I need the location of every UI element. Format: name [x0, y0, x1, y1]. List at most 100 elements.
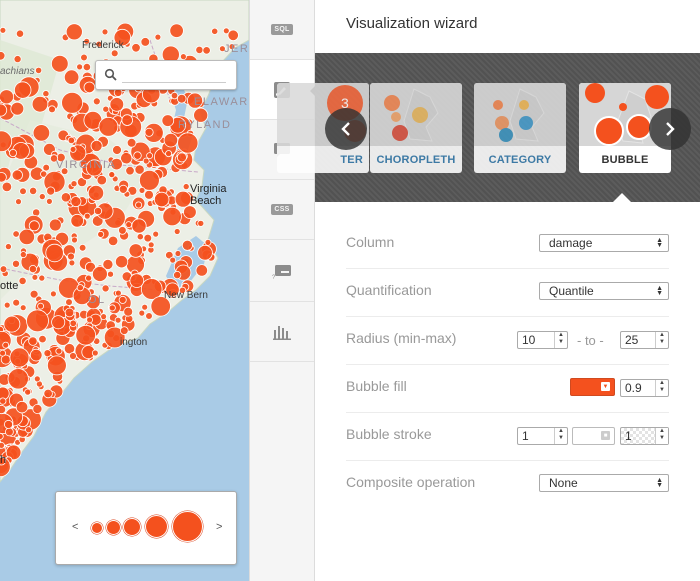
map-bubble[interactable]	[145, 312, 153, 320]
map-bubble[interactable]	[70, 180, 78, 188]
bubble-fill-color-picker[interactable]: ▼	[570, 378, 615, 396]
map-bubble[interactable]	[9, 347, 30, 368]
map-bubble[interactable]	[101, 28, 109, 36]
map-bubble[interactable]	[38, 334, 47, 344]
card-choropleth[interactable]: CHOROPLETH	[370, 83, 462, 173]
map-bubble[interactable]	[76, 63, 83, 71]
map-bubble[interactable]	[163, 132, 179, 148]
map-bubble[interactable]	[173, 228, 181, 235]
map-bubble[interactable]	[11, 169, 23, 181]
legend-tool-button[interactable]: ?	[250, 242, 314, 302]
map-bubble[interactable]	[71, 236, 78, 244]
map-bubble[interactable]	[47, 355, 67, 376]
spinner-arrows-icon[interactable]: ▲ ▼	[554, 428, 567, 444]
map-bubble[interactable]	[176, 152, 187, 163]
map-bubble[interactable]	[143, 233, 153, 243]
map-bubble[interactable]	[14, 81, 32, 99]
map-bubble[interactable]	[0, 432, 4, 440]
map-bubble[interactable]	[0, 26, 7, 34]
map-bubble[interactable]	[152, 230, 160, 238]
map-bubble[interactable]	[147, 241, 155, 249]
map-bubble[interactable]	[28, 264, 38, 274]
legend-next-button[interactable]: >	[216, 521, 222, 533]
map-bubble[interactable]	[13, 55, 22, 64]
spinner-arrows-icon[interactable]: ▲ ▼	[655, 380, 668, 396]
map-bubble[interactable]	[18, 276, 27, 285]
column-select[interactable]: damage ▲ ▼	[539, 234, 669, 252]
map-bubble[interactable]	[93, 206, 103, 216]
map-bubble[interactable]	[118, 184, 128, 194]
map-bubble[interactable]	[43, 349, 52, 358]
map-bubble[interactable]	[179, 53, 187, 60]
map-bubble[interactable]	[2, 341, 10, 349]
map-bubble[interactable]	[131, 218, 147, 234]
map-bubble[interactable]	[28, 220, 40, 232]
map-bubble[interactable]	[109, 97, 125, 112]
map-bubble[interactable]	[78, 244, 87, 252]
map-bubble[interactable]	[25, 426, 33, 434]
map-bubble[interactable]	[3, 301, 11, 309]
map-bubble[interactable]	[42, 163, 50, 172]
filters-tool-button[interactable]	[250, 302, 314, 362]
carousel-next-button[interactable]	[649, 108, 691, 150]
map-bubble[interactable]	[48, 218, 62, 232]
map-bubble[interactable]	[114, 316, 122, 324]
map-bubble[interactable]	[128, 243, 144, 258]
map-bubble[interactable]	[15, 400, 29, 414]
map-bubble[interactable]	[4, 419, 13, 429]
map-bubble[interactable]	[29, 348, 43, 362]
radius-min-input[interactable]: 10 ▲ ▼	[517, 331, 568, 349]
map-bubble[interactable]	[82, 62, 92, 72]
map-bubble[interactable]	[107, 270, 115, 278]
map-bubble[interactable]	[31, 273, 39, 281]
map-bubble[interactable]	[24, 388, 32, 396]
map-bubble[interactable]	[174, 250, 182, 257]
map-bubble[interactable]	[83, 81, 96, 94]
map-bubble[interactable]	[70, 196, 82, 208]
css-tool-button[interactable]: CSS	[250, 180, 314, 240]
map-bubble[interactable]	[65, 23, 83, 41]
map-bubble[interactable]	[33, 375, 41, 383]
map-bubble[interactable]	[46, 197, 53, 205]
map-bubble[interactable]	[141, 303, 149, 311]
map-bubble[interactable]	[107, 235, 119, 247]
map-bubble[interactable]	[165, 150, 173, 158]
map-bubble[interactable]	[222, 27, 230, 35]
map-bubble[interactable]	[45, 243, 64, 263]
map-bubble[interactable]	[26, 309, 49, 333]
map-bubble[interactable]	[38, 274, 46, 282]
map-bubble[interactable]	[7, 368, 29, 390]
map-bubble[interactable]	[38, 193, 46, 201]
map-bubble[interactable]	[75, 324, 96, 346]
map-bubble[interactable]	[85, 274, 93, 282]
map-bubble[interactable]	[135, 201, 143, 209]
map-search-input[interactable]	[122, 66, 226, 83]
map-bubble[interactable]	[197, 245, 213, 261]
map-bubble[interactable]	[121, 114, 133, 126]
map-bubble[interactable]	[0, 51, 6, 61]
map-bubble[interactable]	[87, 184, 105, 202]
map-bubble[interactable]	[115, 289, 122, 297]
map-bubble[interactable]	[183, 205, 197, 219]
map-bubble[interactable]	[120, 326, 129, 335]
map-bubble[interactable]	[97, 230, 105, 238]
map-bubble[interactable]	[1, 181, 13, 193]
map-bubble[interactable]	[140, 37, 151, 47]
map-bubble[interactable]	[70, 213, 84, 228]
map-bubble[interactable]	[169, 256, 177, 264]
map-bubble[interactable]	[204, 238, 212, 246]
map-bubble[interactable]	[115, 255, 129, 269]
bubble-stroke-opacity-input[interactable]: 1 ▲ ▼	[620, 427, 669, 445]
map-bubble[interactable]	[51, 315, 66, 330]
map-bubble[interactable]	[3, 315, 21, 333]
map-bubble[interactable]	[0, 442, 5, 449]
map-bubble[interactable]	[102, 105, 110, 113]
map-bubble[interactable]	[125, 221, 133, 229]
map-bubble[interactable]	[4, 427, 14, 437]
map-bubble[interactable]	[98, 116, 119, 137]
map-bubble[interactable]	[177, 132, 199, 154]
map-bubble[interactable]	[211, 27, 219, 35]
map-bubble[interactable]	[125, 165, 135, 176]
bubble-stroke-width-input[interactable]: 1 ▲ ▼	[517, 427, 568, 445]
map-bubble[interactable]	[108, 171, 116, 179]
